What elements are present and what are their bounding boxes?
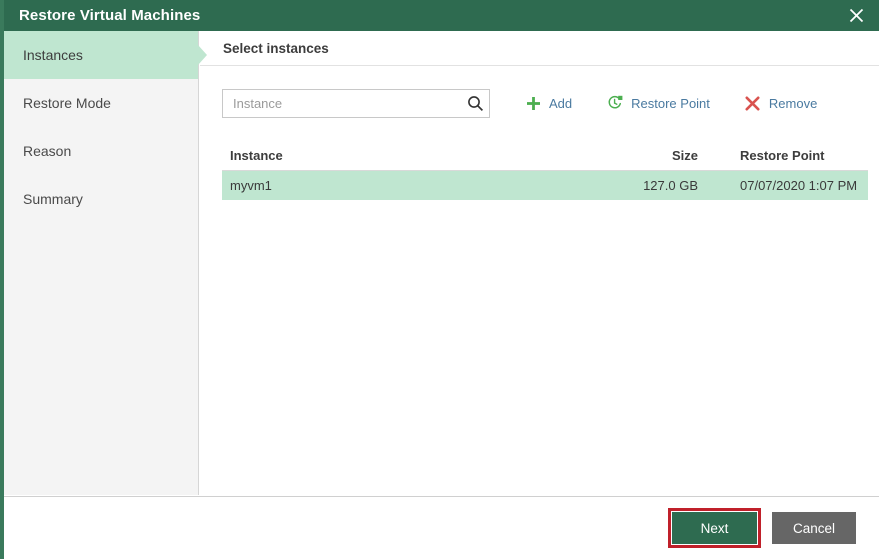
sidebar-item-instances[interactable]: Instances [4,31,198,79]
add-button[interactable]: Add [525,95,572,111]
restore-virtual-machines-dialog: Restore Virtual Machines Instances Resto… [4,0,879,559]
x-cross-icon [745,95,761,111]
sidebar-item-label: Instances [23,47,83,63]
sidebar-item-label: Summary [23,191,83,207]
sidebar-item-restore-mode[interactable]: Restore Mode [4,79,198,127]
restore-point-button[interactable]: Restore Point [607,95,710,111]
instances-toolbar: Add Restore Point [200,88,879,118]
cancel-button[interactable]: Cancel [772,512,856,544]
content-pane: Select instances Add [200,31,879,495]
close-icon[interactable] [833,0,879,31]
remove-button[interactable]: Remove [745,95,817,111]
restore-point-clock-icon [607,95,623,111]
sidebar-item-summary[interactable]: Summary [4,175,198,223]
wizard-sidebar: Instances Restore Mode Reason Summary [4,31,199,495]
restore-point-button-label: Restore Point [631,95,710,111]
add-button-label: Add [549,95,573,111]
table-header-row: Instance Size Restore Point [222,140,868,171]
column-header-restore-point: Restore Point [740,147,825,163]
plus-icon [525,95,541,111]
search-box[interactable] [222,88,490,118]
next-button[interactable]: Next [672,512,757,544]
dialog-title: Restore Virtual Machines [19,7,201,24]
search-icon-glyph [467,95,483,111]
restore-point-clock-icon-glyph [608,95,623,109]
search-icon[interactable] [461,95,489,112]
plus-icon-glyph [526,96,540,110]
sidebar-item-label: Reason [23,143,72,159]
table-row[interactable]: myvm1 127.0 GB 07/07/2020 1:07 PM [222,171,868,200]
cell-restore-point: 07/07/2020 1:07 PM [740,178,858,193]
column-header-instance: Instance [230,147,283,163]
x-cross-icon-glyph [745,95,760,110]
column-header-size: Size [671,147,698,163]
search-input[interactable] [223,94,461,112]
cell-instance: myvm1 [230,178,272,193]
page-title: Select instances [200,31,879,66]
sidebar-item-reason[interactable]: Reason [4,127,198,175]
dialog-footer: Next Cancel [4,496,879,559]
instances-table: Instance Size Restore Point myvm1 127.0 … [200,140,879,200]
cell-size: 127.0 GB [643,178,698,193]
remove-button-label: Remove [768,95,818,111]
dialog-title-bar: Restore Virtual Machines [4,0,879,31]
sidebar-item-label: Restore Mode [23,95,111,111]
close-icon-glyph [849,8,863,23]
